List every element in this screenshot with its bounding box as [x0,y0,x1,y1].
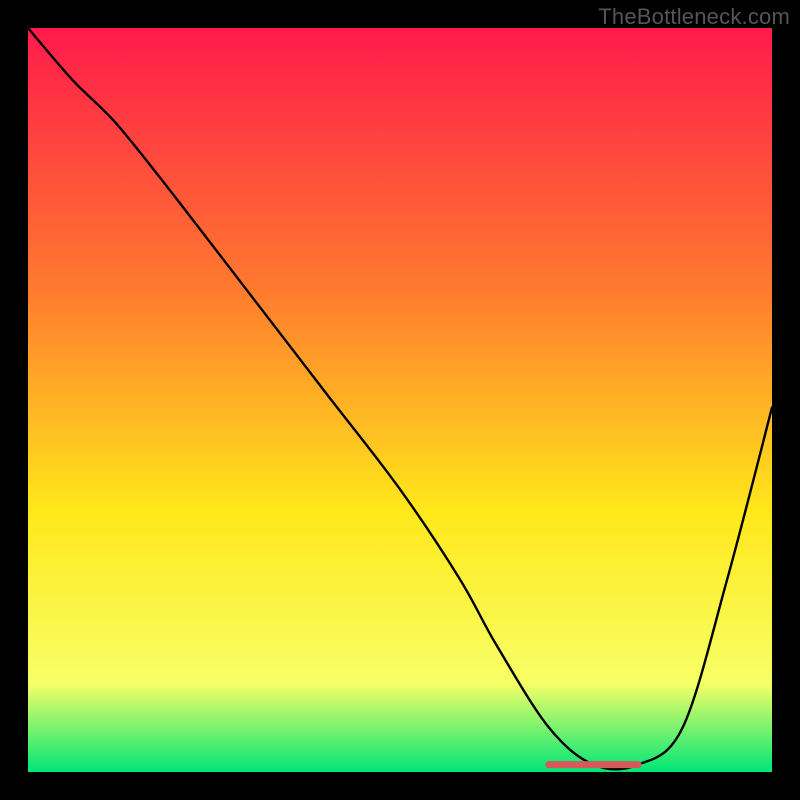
bottleneck-curve-chart [28,28,772,772]
gradient-background [28,28,772,772]
plot-area [28,28,772,772]
watermark-text: TheBottleneck.com [598,4,790,30]
chart-frame: TheBottleneck.com [0,0,800,800]
